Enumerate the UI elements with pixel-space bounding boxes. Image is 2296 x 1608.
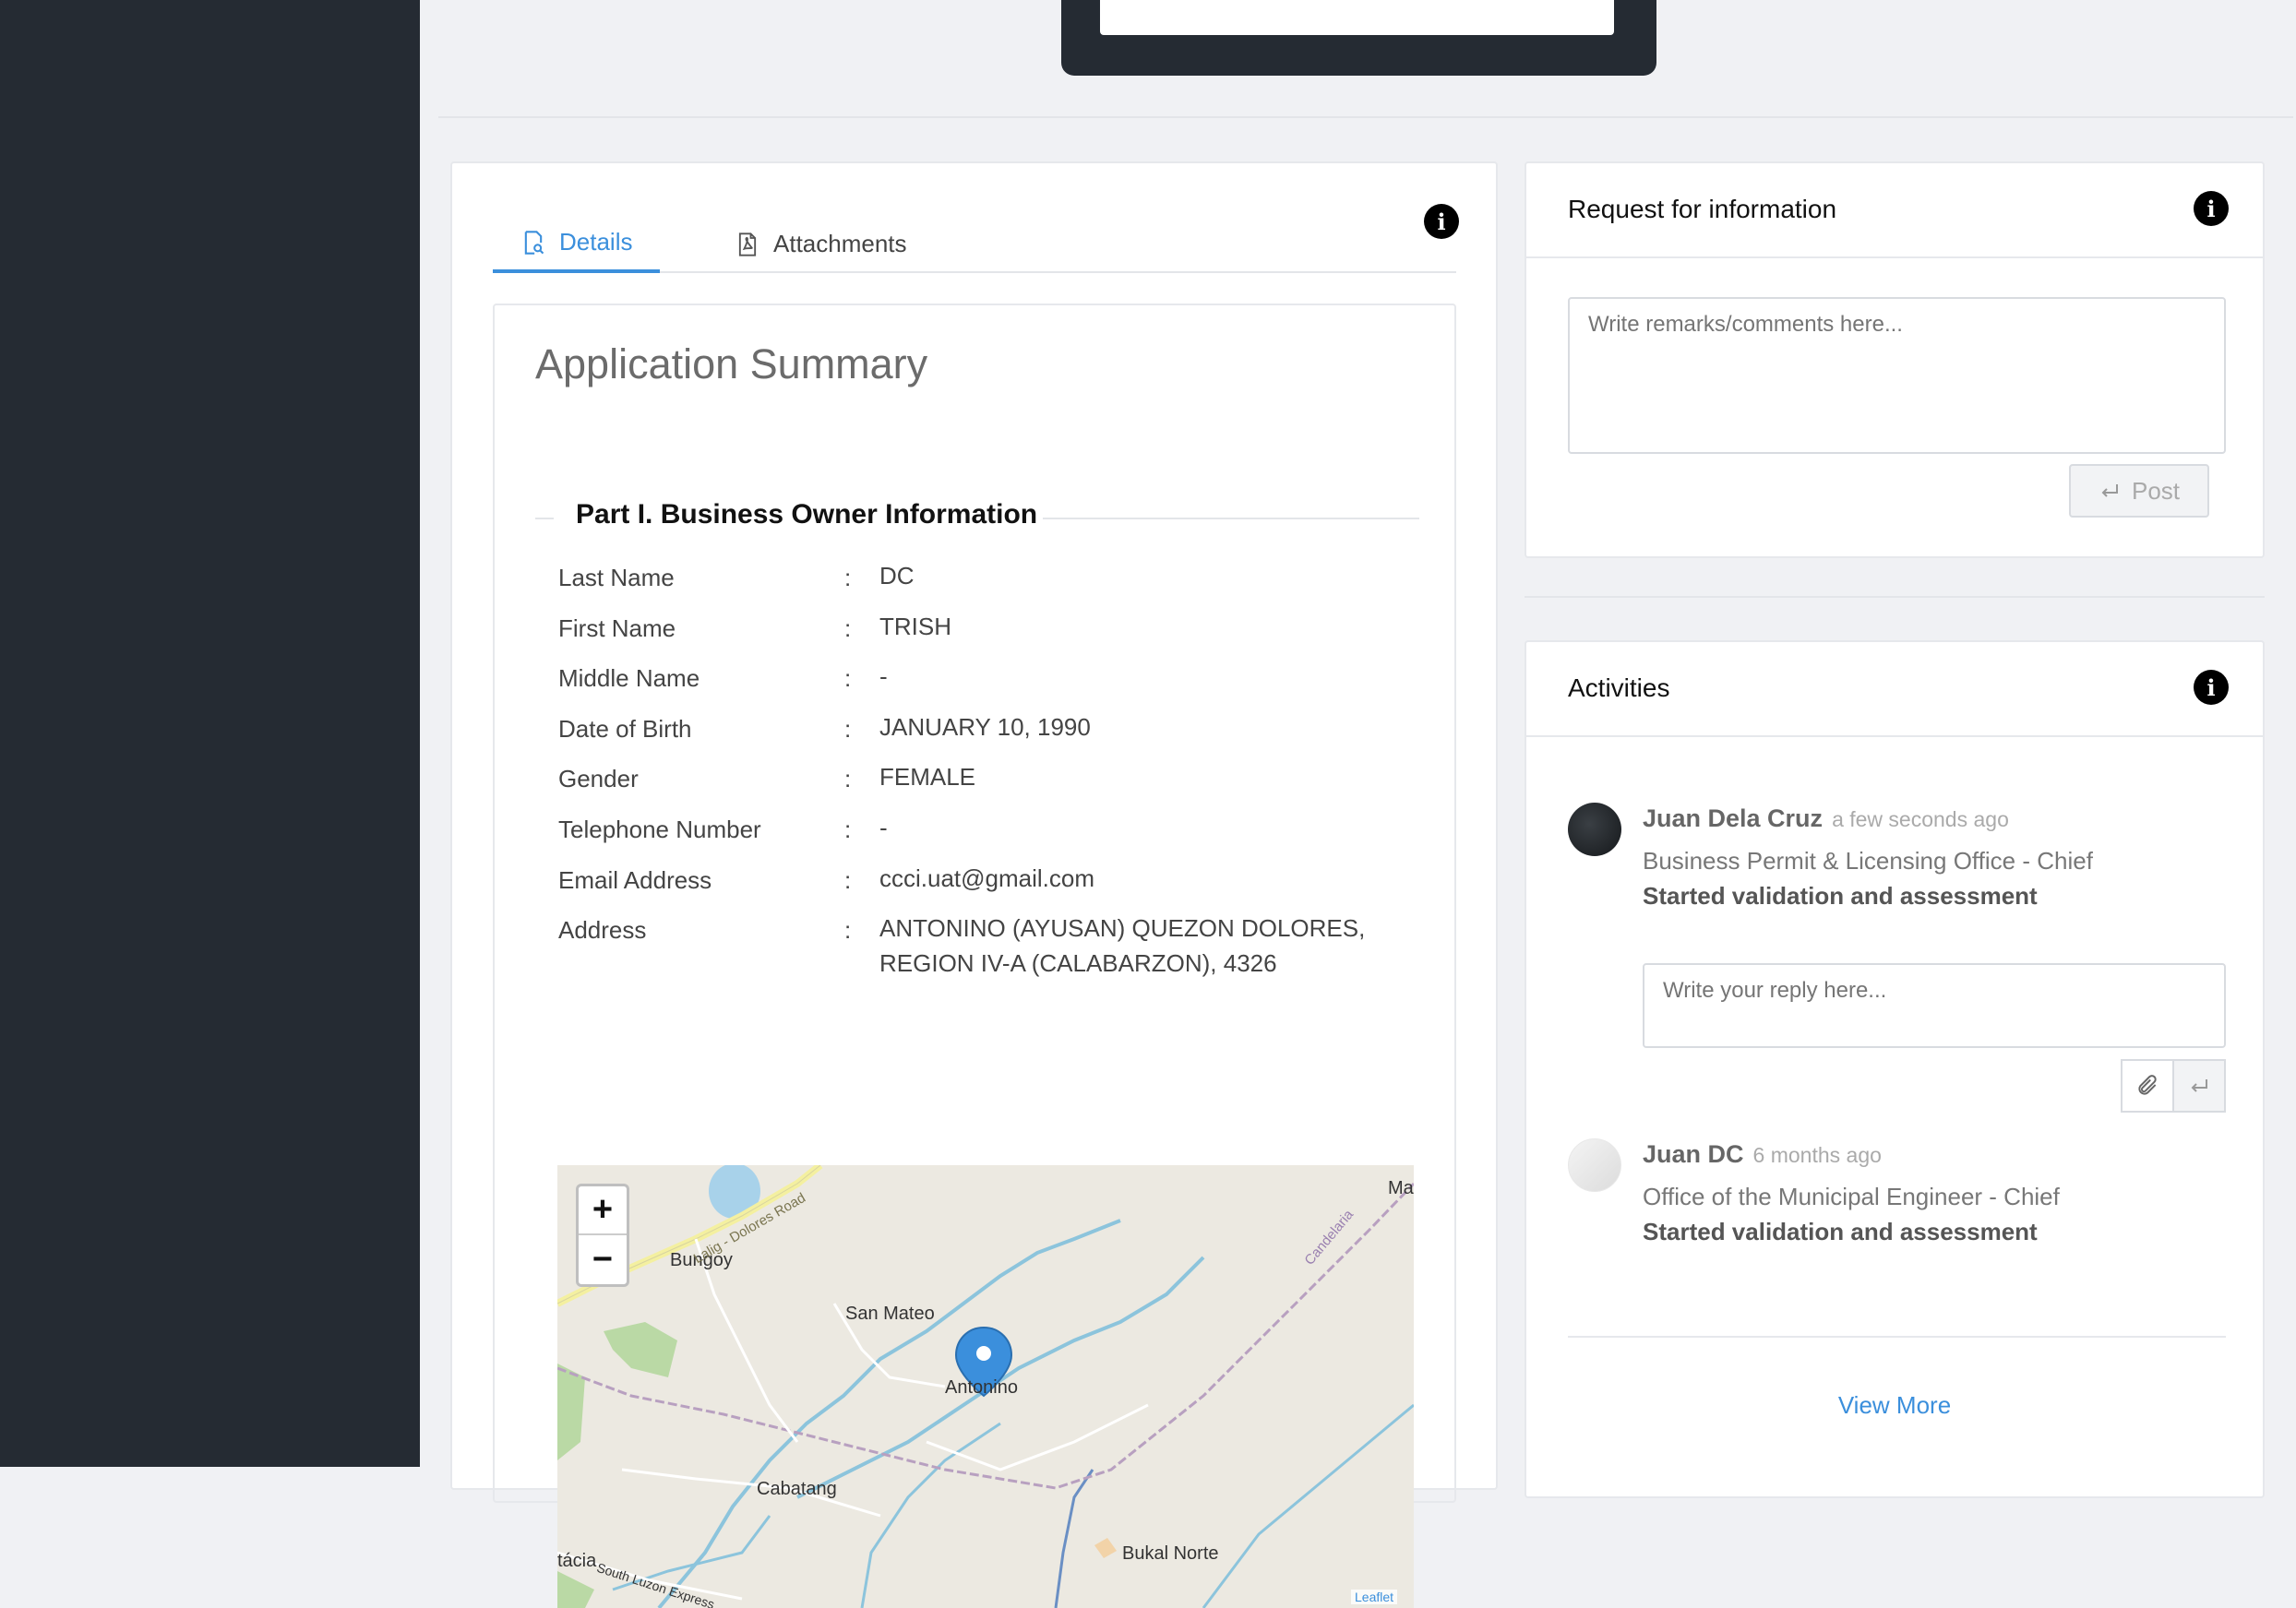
field-value: - (879, 662, 888, 691)
field-middle-name: Middle Name : - (558, 662, 1389, 715)
field-label: Gender (558, 765, 639, 793)
post-button[interactable]: Post (2069, 464, 2209, 518)
field-value: - (879, 813, 888, 841)
top-preview-inner (1100, 0, 1614, 35)
field-colon: : (844, 815, 852, 843)
field-label: Middle Name (558, 664, 700, 693)
map-zoom-control: + − (576, 1184, 629, 1287)
tab-attachments-label: Attachments (773, 230, 907, 257)
field-value: ANTONINO (AYUSAN) QUEZON DOLORES, REGION… (879, 914, 1366, 978)
request-for-information-card: Request for information i Post (1525, 161, 2265, 558)
send-reply-button[interactable] (2172, 1059, 2226, 1113)
activity-role: Office of the Municipal Engineer - Chief (1643, 1183, 2060, 1210)
owner-fields: Last Name : DC First Name : TRISH Middle… (558, 562, 1389, 977)
zoom-out-button[interactable]: − (579, 1235, 627, 1284)
avatar (1568, 803, 1621, 856)
field-colon: : (844, 765, 852, 793)
card-title: Activities (1568, 673, 1670, 702)
section-header: Part I. Business Owner Information (535, 499, 1419, 530)
tab-bar: Details Attachments (493, 215, 1456, 273)
activity-time: 6 months ago (1752, 1143, 1882, 1167)
map-label: Antonino (945, 1377, 1018, 1398)
activity-action: Started validation and assessment (1643, 882, 2038, 910)
top-preview-frame (1061, 0, 1656, 76)
activity-user-name: Juan Dela Cruz a few seconds ago (1643, 804, 2009, 833)
field-value: FEMALE (879, 763, 976, 792)
field-colon: : (844, 714, 852, 743)
field-colon: : (844, 865, 852, 894)
map-label: Bukal Norte (1122, 1543, 1219, 1564)
field-colon: : (844, 916, 852, 945)
field-last-name: Last Name : DC (558, 562, 1389, 614)
card-header: Activities i (1526, 642, 2263, 737)
activities-card: Activities i Juan Dela Cruz a few seconds… (1525, 640, 2265, 1498)
field-colon: : (844, 613, 852, 642)
attach-button[interactable] (2121, 1059, 2174, 1113)
activity-user-name: Juan DC 6 months ago (1643, 1140, 1882, 1169)
map-label: San Mateo (845, 1304, 935, 1324)
legend-line-left (535, 518, 554, 519)
field-gender: Gender : FEMALE (558, 763, 1389, 816)
map-attribution[interactable]: Leaflet (1351, 1590, 1398, 1604)
avatar (1568, 1138, 1621, 1192)
legend-line-right (1043, 518, 1419, 519)
field-label: Email Address (558, 865, 712, 894)
location-map[interactable]: Bungoy San Mateo Antonino Cabatang Bukal… (557, 1165, 1414, 1608)
paperclip-icon (2138, 1075, 2157, 1095)
summary-title: Application Summary (535, 340, 928, 387)
activity-name-text: Juan Dela Cruz (1643, 804, 1824, 832)
reply-input[interactable] (1643, 963, 2226, 1048)
map-label: Cabatang (757, 1479, 837, 1499)
post-button-label: Post (2131, 476, 2181, 505)
field-date-of-birth: Date of Birth : JANUARY 10, 1990 (558, 713, 1389, 766)
field-value: JANUARY 10, 1990 (879, 712, 1091, 741)
field-value: TRISH (879, 612, 951, 640)
info-icon[interactable]: i (2194, 670, 2229, 705)
field-label: First Name (558, 613, 676, 642)
map-label: Ma (1388, 1178, 1414, 1198)
tab-details-label: Details (559, 228, 633, 256)
tab-details[interactable]: Details (493, 215, 661, 273)
field-label: Telephone Number (558, 815, 761, 843)
divider (1525, 596, 2265, 598)
pdf-file-icon (738, 232, 757, 256)
field-colon: : (844, 564, 852, 591)
field-email: Email Address : ccci.uat@gmail.com (558, 864, 1389, 917)
map-label: tácia (557, 1551, 597, 1571)
field-value: DC (879, 562, 915, 590)
divider (1568, 1336, 2226, 1338)
field-telephone: Telephone Number : - (558, 814, 1389, 866)
field-first-name: First Name : TRISH (558, 613, 1389, 665)
activity-role: Business Permit & Licensing Office - Chi… (1643, 847, 2093, 875)
card-title: Request for information (1568, 195, 1837, 223)
divider (438, 116, 2293, 118)
enter-icon (2101, 484, 2118, 497)
zoom-in-button[interactable]: + (579, 1186, 627, 1235)
enter-icon (2191, 1079, 2207, 1092)
section-title: Part I. Business Owner Information (572, 499, 1042, 530)
view-more-link[interactable]: View More (1526, 1391, 2263, 1420)
activity-name-text: Juan DC (1643, 1140, 1744, 1168)
sidebar (0, 0, 420, 1467)
field-label: Address (558, 916, 647, 945)
document-search-icon (524, 230, 544, 255)
remarks-input[interactable] (1568, 297, 2226, 454)
application-summary: Application Summary Part I. Business Own… (493, 304, 1456, 1608)
field-label: Date of Birth (558, 714, 692, 743)
activity-action: Started validation and assessment (1643, 1218, 2038, 1245)
activity-time: a few seconds ago (1832, 807, 2009, 831)
application-card: i Details Attachments Application Summar… (450, 161, 1498, 1608)
info-icon[interactable]: i (2194, 191, 2229, 226)
main-content: i Details Attachments Application Summar… (420, 0, 2296, 1608)
field-address: Address : ANTONINO (AYUSAN) QUEZON DOLOR… (558, 914, 1389, 977)
field-label: Last Name (558, 564, 675, 591)
field-colon: : (844, 664, 852, 693)
card-header: Request for information i (1526, 163, 2263, 258)
tab-attachments[interactable]: Attachments (735, 215, 907, 273)
field-value: ccci.uat@gmail.com (879, 864, 1095, 892)
